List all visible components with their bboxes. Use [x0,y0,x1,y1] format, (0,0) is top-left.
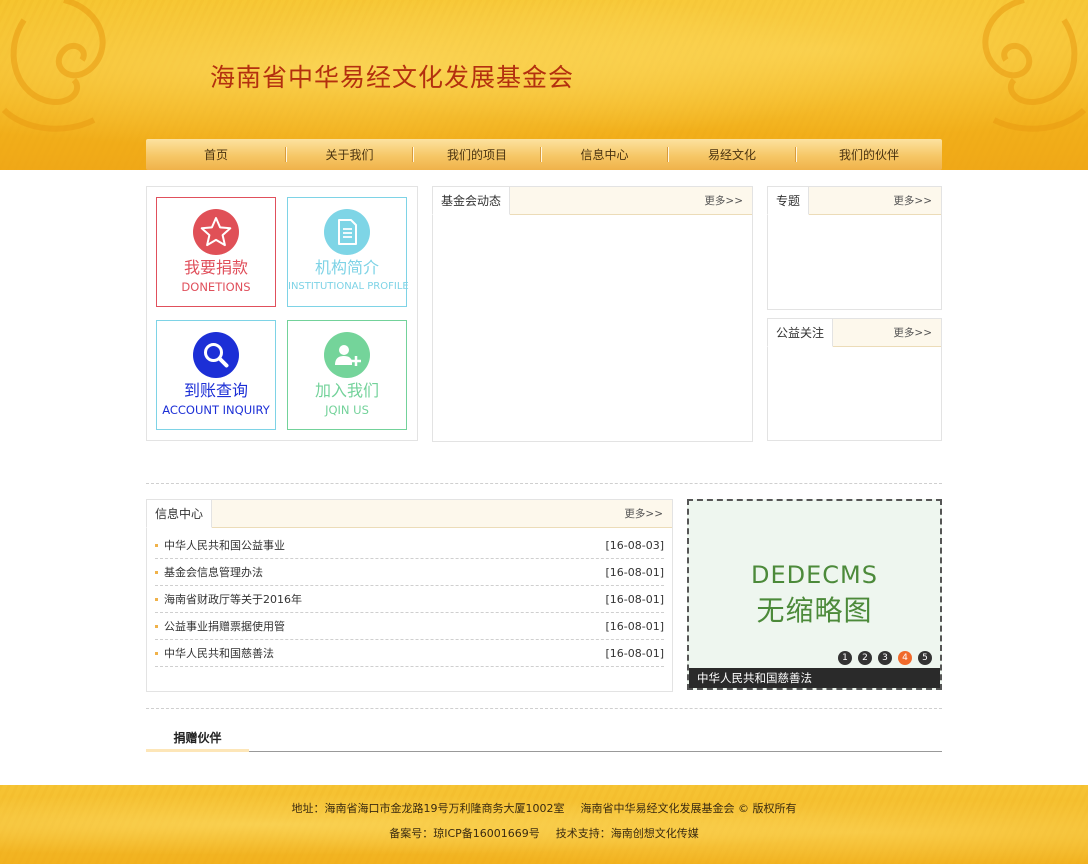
slider-image-text-line1: DEDECMS [751,561,878,589]
add-user-icon [324,332,370,378]
foundation-news-more-link[interactable]: 更多>> [704,187,743,215]
nav-item-partners[interactable]: 我们的伙伴 [796,139,942,170]
image-slider[interactable]: DEDECMS 无缩略图 1 2 3 4 5 中华人民共和国慈善法 [687,499,942,690]
list-item[interactable]: 基金会信息管理办法 [16-08-01] [155,559,664,586]
list-item-date: [16-08-01] [605,592,664,606]
site-title: 海南省中华易经文化发展基金会 [210,63,575,92]
quick-links-panel: 我要捐款 DONETIONS 机构简介 INSTITUTIONAL PROFIL… [146,186,418,441]
cloud-ornament-right-icon [982,0,1087,132]
slider-image[interactable]: DEDECMS 无缩略图 [689,501,940,668]
footer-copyright: 海南省中华易经文化发展基金会 © 版权所有 [580,802,797,815]
info-center-more-link[interactable]: 更多>> [624,500,663,528]
info-center-panel: 信息中心 更多>> 中华人民共和国公益事业 [16-08-03] 基金会信息管理… [146,499,673,692]
join-us-button[interactable]: 加入我们 JQIN US [287,320,407,430]
donate-subtitle: DONETIONS [181,280,251,294]
public-welfare-title: 公益关注 [767,318,834,347]
topic-more-link[interactable]: 更多>> [893,187,932,215]
nav-item-yijing-culture[interactable]: 易经文化 [668,139,796,170]
site-footer: 地址：海南省海口市金龙路19号万利隆商务大厦1002室 海南省中华易经文化发展基金… [0,785,1088,864]
list-item[interactable]: 海南省财政厅等关于2016年 [16-08-01] [155,586,664,613]
list-item-title[interactable]: 中华人民共和国慈善法 [164,645,605,661]
account-inquiry-title: 到账查询 [183,381,248,400]
public-welfare-panel: 公益关注 更多>> [767,318,942,441]
info-center-title: 信息中心 [146,499,213,528]
document-icon [324,209,370,255]
slider-page-dot[interactable]: 3 [878,651,892,665]
slider-image-text-line2: 无缩略图 [756,594,873,627]
main-nav: 首页 关于我们 我们的项目 信息中心 易经文化 我们的伙伴 [146,139,942,170]
slider-caption[interactable]: 中华人民共和国慈善法 [689,668,940,688]
partners-title: 捐赠伙伴 [146,726,249,752]
list-item-date: [16-08-01] [605,619,664,633]
nav-item-info-center[interactable]: 信息中心 [541,139,668,170]
footer-line-address: 地址：海南省海口市金龙路19号万利隆商务大厦1002室 海南省中华易经文化发展基金… [0,800,1088,816]
account-inquiry-button[interactable]: 到账查询 ACCOUNT INQUIRY [156,320,276,430]
slider-page-dot[interactable]: 5 [918,651,932,665]
slider-page-dot[interactable]: 2 [858,651,872,665]
search-icon [193,332,239,378]
list-item-date: [16-08-01] [605,565,664,579]
info-center-tabbar: 信息中心 更多>> [146,499,672,528]
bullet-icon [155,624,158,628]
topic-tabbar: 专题 更多>> [767,186,941,215]
star-icon [193,209,239,255]
public-welfare-more-link[interactable]: 更多>> [893,319,932,347]
slider-page-dot-active[interactable]: 4 [898,651,912,665]
nav-item-projects[interactable]: 我们的项目 [413,139,541,170]
list-item-title[interactable]: 基金会信息管理办法 [164,564,605,580]
list-item-title[interactable]: 海南省财政厅等关于2016年 [164,591,605,607]
donate-title: 我要捐款 [183,258,248,277]
donate-button[interactable]: 我要捐款 DONETIONS [156,197,276,307]
list-item[interactable]: 中华人民共和国慈善法 [16-08-01] [155,640,664,667]
list-item[interactable]: 中华人民共和国公益事业 [16-08-03] [155,532,664,559]
bullet-icon [155,651,158,655]
institution-profile-title: 机构简介 [314,258,379,277]
bullet-icon [155,543,158,547]
institution-profile-subtitle: INSTITUTIONAL PROFILE [288,281,409,292]
topic-title: 专题 [767,186,810,215]
footer-icp[interactable]: 备案号：琼ICP备16001669号 [389,827,540,840]
bullet-icon [155,597,158,601]
topic-panel: 专题 更多>> [767,186,942,310]
list-item-title[interactable]: 中华人民共和国公益事业 [164,537,605,553]
join-us-subtitle: JQIN US [325,403,369,417]
institution-profile-button[interactable]: 机构简介 INSTITUTIONAL PROFILE [287,197,409,307]
foundation-news-panel: 基金会动态 更多>> [432,186,753,442]
cloud-ornament-left-icon [1,0,106,132]
foundation-news-title: 基金会动态 [432,186,511,215]
bullet-icon [155,570,158,574]
foundation-news-tabbar: 基金会动态 更多>> [432,186,752,215]
list-item-title[interactable]: 公益事业捐赠票据使用管 [164,618,605,634]
account-inquiry-subtitle: ACCOUNT INQUIRY [162,403,270,417]
footer-line-icp: 备案号：琼ICP备16001669号 技术支持：海南创想文化传媒 [0,825,1088,841]
nav-item-home[interactable]: 首页 [146,139,286,170]
section-divider [146,708,942,709]
join-us-title: 加入我们 [314,381,379,400]
public-welfare-tabbar: 公益关注 更多>> [767,318,941,347]
footer-address: 地址：海南省海口市金龙路19号万利隆商务大厦1002室 [291,802,565,815]
slider-page-dot[interactable]: 1 [838,651,852,665]
footer-support[interactable]: 技术支持：海南创想文化传媒 [556,827,699,840]
section-divider [146,483,942,484]
list-item-date: [16-08-01] [605,646,664,660]
partners-section: 捐赠伙伴 [146,726,942,752]
info-center-list: 中华人民共和国公益事业 [16-08-03] 基金会信息管理办法 [16-08-… [155,532,664,667]
list-item-date: [16-08-03] [605,538,664,552]
nav-item-about[interactable]: 关于我们 [286,139,413,170]
list-item[interactable]: 公益事业捐赠票据使用管 [16-08-01] [155,613,664,640]
slider-pagination: 1 2 3 4 5 [832,651,932,665]
site-header: 海南省中华易经文化发展基金会 首页 关于我们 我们的项目 信息中心 易经文化 我… [0,0,1088,170]
